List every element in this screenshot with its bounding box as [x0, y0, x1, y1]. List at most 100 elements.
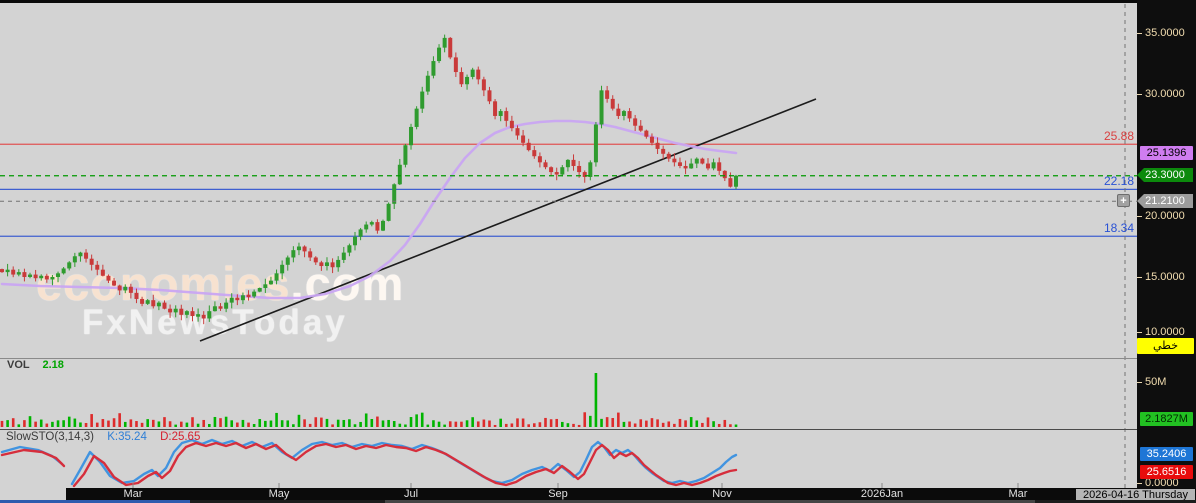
candle-body	[78, 253, 82, 257]
volume-bar	[617, 413, 620, 427]
axis-tick-mark	[1137, 94, 1142, 95]
candle-body	[639, 126, 643, 131]
volume-bar	[387, 420, 390, 427]
volume-bar	[118, 413, 121, 427]
candle-body	[106, 276, 110, 281]
volume-bar	[522, 419, 525, 427]
candle-body	[213, 306, 217, 311]
volume-bar	[455, 422, 458, 427]
candle-body	[443, 38, 447, 48]
candle-body	[191, 311, 195, 316]
axis-tick-mark	[1137, 382, 1142, 383]
volume-bar	[466, 420, 469, 427]
volume-bar	[130, 419, 133, 427]
candle-body	[303, 247, 307, 252]
axis-tick-mark	[1137, 332, 1142, 333]
candle-body	[684, 166, 688, 168]
candle-body	[67, 262, 71, 268]
volume-bar	[174, 425, 177, 427]
volume-bar	[572, 424, 575, 427]
candle-body	[577, 166, 581, 172]
candle-body	[605, 90, 609, 99]
candle-body	[515, 128, 519, 135]
volume-bar	[6, 420, 9, 427]
volume-bar	[359, 422, 362, 427]
candle-body	[353, 237, 357, 246]
volume-bar	[701, 423, 704, 427]
volume-bar	[667, 421, 670, 427]
volume-bar	[533, 423, 536, 427]
volume-bar	[460, 422, 463, 427]
candle-body	[280, 265, 284, 274]
volume-bar	[208, 424, 211, 427]
candle-body	[28, 275, 32, 277]
candle-body	[600, 90, 604, 124]
volume-bar	[483, 420, 486, 427]
candle-body	[700, 159, 704, 164]
volume-bar	[583, 412, 586, 427]
candle-body	[219, 306, 223, 308]
volume-bar	[511, 423, 514, 427]
volume-bar	[589, 416, 592, 427]
volume-bar	[712, 421, 715, 427]
time-axis[interactable]: MarMayJulSepNov2026JanMar	[66, 488, 1196, 500]
volume-bar	[292, 424, 295, 427]
support2-level-label: 18.34	[1104, 221, 1134, 235]
volume-bar	[18, 424, 21, 427]
candle-body	[644, 131, 648, 137]
candle-body	[297, 247, 301, 251]
candle-body	[56, 273, 60, 277]
candle-body	[123, 287, 127, 291]
sto-indicator-name: SlowSTO(3,14,3)	[6, 431, 94, 443]
candle-body	[146, 300, 150, 304]
volume-bar	[247, 423, 250, 427]
volume-bar	[102, 419, 105, 427]
axis-tick-mark	[1137, 483, 1142, 484]
volume-bar	[214, 417, 217, 427]
sto-d-badge: 25.6516	[1140, 465, 1193, 479]
candle-body	[454, 57, 458, 72]
time-axis-label: May	[269, 488, 290, 500]
volume-bar	[399, 424, 402, 427]
sto-d-value: D:25.65	[160, 431, 200, 443]
candle-body	[538, 156, 542, 162]
volume-bar	[113, 418, 116, 427]
candle-body	[50, 277, 54, 279]
time-axis-label: 2026Jan	[861, 488, 903, 500]
price-axis[interactable]: 35.000030.000020.000015.000010.000050M0.…	[1137, 0, 1196, 503]
candle-body	[11, 270, 15, 275]
crosshair-add-button[interactable]: +	[1117, 194, 1130, 207]
axis-tick-mark	[1137, 33, 1142, 34]
volume-bar	[606, 417, 609, 427]
volume-bar	[253, 424, 256, 427]
candle-body	[22, 272, 26, 277]
volume-bar	[673, 424, 676, 427]
chart-canvas[interactable]	[0, 0, 1196, 503]
volume-bar	[539, 422, 542, 427]
volume-bar	[180, 422, 183, 427]
candle-body	[712, 162, 716, 168]
candle-body	[437, 48, 441, 61]
volume-bar	[314, 417, 317, 427]
candle-body	[95, 265, 99, 270]
candle-body	[308, 251, 312, 257]
candle-body	[549, 167, 553, 172]
candle-body	[566, 160, 570, 167]
candle-body	[555, 172, 559, 174]
volume-bar	[550, 419, 553, 427]
volume-bar	[337, 420, 340, 427]
volume-bar	[158, 421, 161, 427]
candle-body	[252, 292, 256, 297]
sto-d-line	[74, 443, 736, 486]
volume-bar	[29, 416, 32, 427]
volume-bar	[202, 420, 205, 427]
chart-type-badge[interactable]: خطي	[1137, 338, 1194, 354]
candle-body	[314, 257, 318, 262]
candle-body	[431, 61, 435, 76]
candle-body	[73, 256, 77, 262]
candle-body	[45, 276, 49, 280]
support1-level-label: 22.18	[1104, 174, 1134, 188]
volume-bar	[628, 422, 631, 427]
volume-bar	[57, 420, 60, 427]
candle-body	[650, 137, 654, 143]
